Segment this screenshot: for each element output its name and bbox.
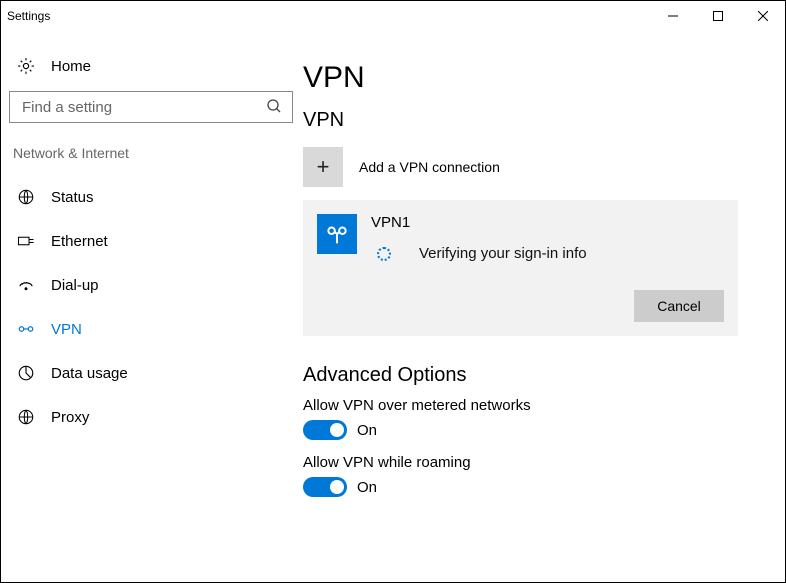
vpn-connection-icon	[317, 214, 357, 254]
close-button[interactable]	[740, 1, 785, 31]
sidebar-item-proxy[interactable]: Proxy	[9, 395, 295, 439]
roaming-toggle[interactable]	[303, 477, 347, 497]
sidebar-home-label: Home	[51, 58, 91, 75]
ethernet-icon	[15, 230, 37, 252]
cancel-button[interactable]: Cancel	[634, 290, 724, 322]
search-input[interactable]	[20, 98, 266, 117]
sidebar-item-datausage[interactable]: Data usage	[9, 351, 295, 395]
sidebar-home[interactable]: Home	[9, 49, 295, 91]
gear-icon	[15, 55, 37, 77]
sidebar-item-label: Status	[51, 189, 94, 206]
sidebar: Home Network & Internet Status	[1, 31, 303, 582]
search-icon	[266, 98, 282, 117]
roaming-toggle-state: On	[357, 479, 377, 496]
search-box[interactable]	[9, 91, 293, 123]
datausage-icon	[15, 362, 37, 384]
sidebar-item-label: Data usage	[51, 365, 128, 382]
spinner-icon	[377, 247, 391, 261]
sidebar-section-label: Network & Internet	[9, 145, 295, 175]
vpn-connection-card[interactable]: VPN1 Verifying your sign-in info Cancel	[303, 200, 738, 336]
vpn-connection-name: VPN1	[371, 214, 724, 231]
add-vpn-label: Add a VPN connection	[359, 159, 500, 175]
metered-toggle-state: On	[357, 422, 377, 439]
plus-icon: +	[303, 147, 343, 187]
vpn-status-text: Verifying your sign-in info	[419, 245, 587, 262]
sidebar-item-label: VPN	[51, 321, 82, 338]
page-title: VPN	[303, 61, 775, 95]
sidebar-item-status[interactable]: Status	[9, 175, 295, 219]
minimize-button[interactable]	[650, 1, 695, 31]
dialup-icon	[15, 274, 37, 296]
status-icon	[15, 186, 37, 208]
metered-option-label: Allow VPN over metered networks	[303, 397, 775, 414]
roaming-option-label: Allow VPN while roaming	[303, 454, 775, 471]
maximize-button[interactable]	[695, 1, 740, 31]
proxy-icon	[15, 406, 37, 428]
sidebar-item-ethernet[interactable]: Ethernet	[9, 219, 295, 263]
window-titlebar: Settings	[1, 1, 785, 31]
metered-toggle[interactable]	[303, 420, 347, 440]
vpn-icon	[15, 318, 37, 340]
sidebar-item-label: Proxy	[51, 409, 89, 426]
sidebar-item-dialup[interactable]: Dial-up	[9, 263, 295, 307]
main-content: VPN VPN + Add a VPN connection VPN1	[303, 31, 785, 582]
advanced-options-heading: Advanced Options	[303, 364, 775, 387]
add-vpn-row[interactable]: + Add a VPN connection	[303, 142, 775, 192]
sidebar-item-label: Ethernet	[51, 233, 108, 250]
sidebar-item-vpn[interactable]: VPN	[9, 307, 295, 351]
sidebar-item-label: Dial-up	[51, 277, 99, 294]
vpn-subheading: VPN	[303, 109, 775, 132]
window-title: Settings	[7, 9, 50, 23]
